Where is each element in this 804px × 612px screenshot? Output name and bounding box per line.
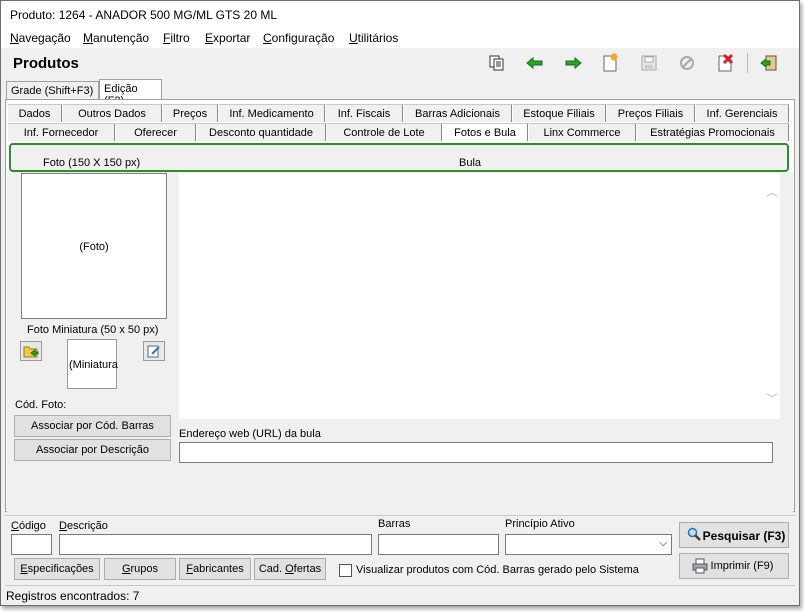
barras-label: Barras — [378, 518, 411, 530]
barras-input[interactable] — [378, 534, 499, 555]
tab-inf-medicamento[interactable]: Inf. Medicamento — [218, 104, 325, 122]
tab-controle-lote[interactable]: Controle de Lote — [326, 123, 442, 141]
window-title: Produto: 1264 - ANADOR 500 MG/ML GTS 20 … — [1, 1, 799, 27]
exit-icon[interactable] — [758, 53, 780, 73]
tab-precos-filiais[interactable]: Preços Filiais — [606, 104, 695, 122]
chevron-down-icon: ⌵ — [659, 538, 667, 549]
arrow-left-icon[interactable] — [524, 53, 546, 73]
url-label: Endereço web (URL) da bula — [179, 428, 321, 440]
app-title: Produtos — [13, 55, 79, 72]
menu-filtro[interactable]: Filtro — [163, 31, 190, 45]
associar-descricao-button[interactable]: Associar por Descrição — [14, 439, 171, 461]
new-document-icon[interactable] — [599, 53, 621, 73]
tab-estrategias-promocionais[interactable]: Estratégias Promocionais — [636, 123, 789, 141]
tab-inf-fiscais[interactable]: Inf. Fiscais — [325, 104, 403, 122]
menu-bar: Navegação Manutenção Filtro Exportar Con… — [1, 27, 799, 48]
descricao-label: Descrição — [59, 520, 108, 532]
codigo-label: Código — [11, 520, 46, 532]
menu-manutencao[interactable]: Manutenção — [83, 31, 149, 45]
especificacoes-button[interactable]: Especificações — [14, 558, 100, 580]
ofertas-button[interactable]: Cad. Ofertas — [254, 558, 326, 580]
tab-barras-adicionais[interactable]: Barras Adicionais — [403, 104, 512, 122]
imprimir-button[interactable]: Imprimir (F9) — [679, 553, 789, 579]
tab-desconto-quantidade[interactable]: Desconto quantidade — [196, 123, 326, 141]
save-icon[interactable] — [638, 53, 660, 73]
bula-viewer[interactable] — [179, 173, 780, 419]
miniatura-label: Foto Miniatura (50 x 50 px) — [27, 324, 159, 336]
tab-inf-fornecedor[interactable]: Inf. Fornecedor — [7, 123, 115, 141]
records-count: Registros encontrados: 7 — [6, 589, 140, 603]
bula-header-label: Bula — [459, 157, 482, 169]
tab-edicao[interactable]: Edição (F2) — [99, 79, 162, 107]
photo-bula-header: Foto (150 X 150 px) Bula — [9, 143, 789, 172]
miniatura-image[interactable]: (Miniatura — [67, 339, 118, 389]
tab-outros-dados[interactable]: Outros Dados — [62, 104, 162, 122]
tab-linx-commerce[interactable]: Linx Commerce — [528, 123, 636, 141]
scroll-down-icon[interactable]: ﹀ — [766, 390, 778, 407]
menu-utilitarios[interactable]: Utilitários — [349, 31, 398, 45]
fabricantes-button[interactable]: Fabricantes — [179, 558, 251, 580]
status-bar: Registros encontrados: 7 — [5, 585, 795, 605]
foto-placeholder: (Foto) — [79, 241, 109, 253]
tab-oferecer[interactable]: Oferecer — [115, 123, 196, 141]
tab-inf-gerenciais[interactable]: Inf. Gerenciais — [695, 104, 789, 122]
toolbar-separator — [747, 53, 748, 73]
copy-icon[interactable] — [486, 53, 508, 73]
codigo-input[interactable] — [11, 534, 52, 555]
visualizar-checkbox-label: Visualizar produtos com Cód. Barras gera… — [356, 564, 639, 576]
pesquisar-button[interactable]: Pesquisar (F3) — [679, 522, 789, 548]
principio-select[interactable]: ⌵ — [505, 534, 672, 555]
pencil-icon — [147, 345, 160, 358]
arrow-right-icon[interactable] — [562, 53, 584, 73]
toolbar: Produtos — [1, 48, 799, 78]
principio-label: Princípio Ativo — [505, 518, 575, 530]
folder-arrow-icon — [23, 346, 39, 358]
menu-exportar[interactable]: Exportar — [205, 31, 250, 45]
foto-header-label: Foto (150 X 150 px) — [43, 157, 141, 169]
visualizar-checkbox[interactable] — [339, 564, 352, 577]
menu-navegacao[interactable]: Navegação — [10, 31, 71, 45]
grupos-button[interactable]: Grupos — [104, 558, 176, 580]
descricao-input[interactable] — [59, 534, 372, 555]
tab-precos[interactable]: Preços — [162, 104, 218, 122]
delete-icon[interactable] — [714, 53, 736, 73]
miniatura-placeholder: (Miniatura — [69, 359, 118, 371]
cancel-icon[interactable] — [676, 53, 698, 73]
foto-image[interactable]: (Foto) — [21, 173, 167, 319]
cod-foto-label: Cód. Foto: — [15, 399, 67, 411]
edit-image-button[interactable] — [143, 341, 165, 361]
scroll-up-icon[interactable]: ︿ — [766, 183, 778, 200]
main-window: Produto: 1264 - ANADOR 500 MG/ML GTS 20 … — [0, 0, 800, 606]
associar-barras-button[interactable]: Associar por Cód. Barras — [14, 415, 171, 437]
url-input[interactable] — [179, 442, 773, 463]
tab-estoque-filiais[interactable]: Estoque Filiais — [512, 104, 606, 122]
search-icon — [687, 527, 701, 544]
load-image-button[interactable] — [20, 341, 42, 361]
tab-dados[interactable]: Dados — [7, 104, 62, 122]
printer-icon — [692, 558, 708, 577]
tab-fotos-bula[interactable]: Fotos e Bula — [442, 123, 528, 141]
menu-configuracao[interactable]: Configuração — [263, 31, 334, 45]
tab-grade[interactable]: Grade (Shift+F3) — [6, 81, 99, 99]
